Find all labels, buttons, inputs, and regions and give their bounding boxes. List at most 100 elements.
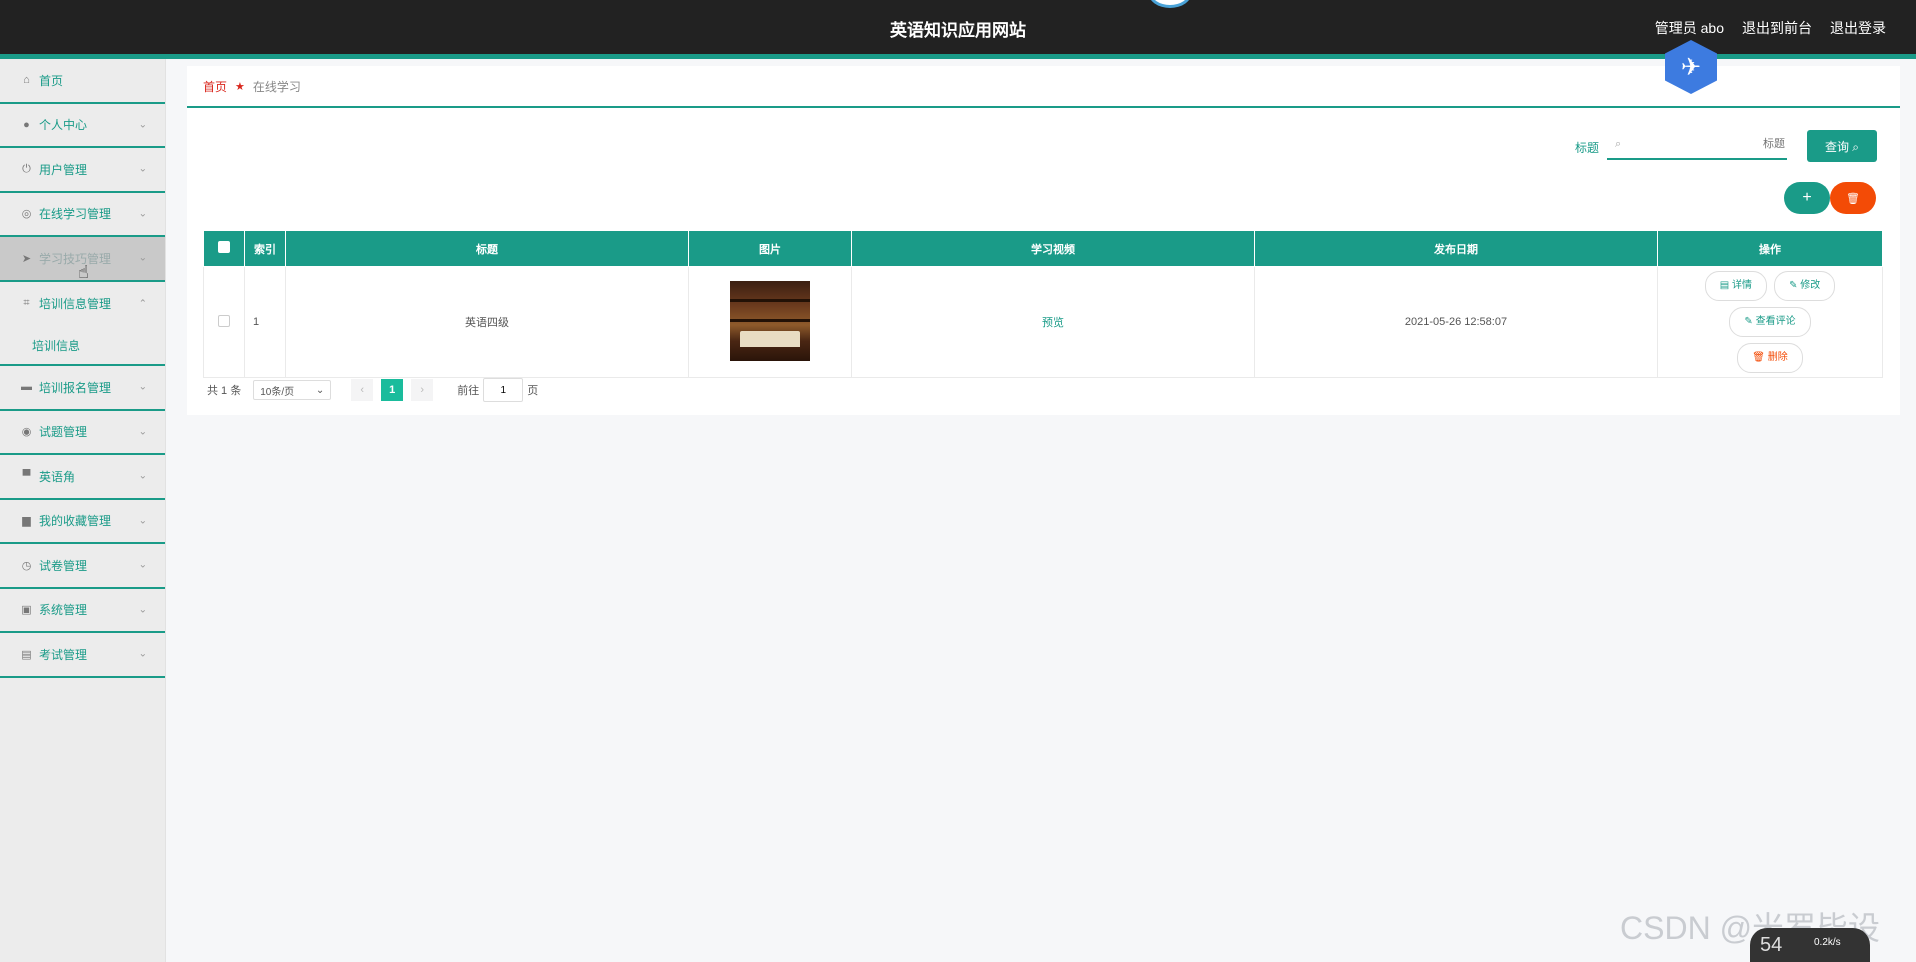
index-cell: 1: [244, 266, 286, 378]
clock-icon: ◷: [21, 559, 32, 572]
sidebar-item-label: 学习技巧管理: [39, 251, 112, 266]
edit-button[interactable]: ✎ 修改: [1774, 271, 1836, 301]
delete-button[interactable]: 🗑 删除: [1737, 343, 1803, 373]
breadcrumb-home[interactable]: 首页: [203, 78, 227, 95]
header-links: 管理员 abo 退出到前台 退出登录: [1655, 18, 1886, 38]
content-card: 标题 ⌕ 查询 ⌕ + 🗑 索引 标题 图片 学习视频 发布日期 操作 1 英语…: [187, 108, 1900, 415]
checklist-icon: ▤: [21, 648, 32, 661]
video-cell: 预览: [851, 266, 1255, 378]
select-all-header: [203, 230, 245, 267]
network-rate: 0.2k/s: [1814, 937, 1841, 948]
home-icon: ⌂: [23, 74, 30, 87]
sidebar-item-training-signup[interactable]: ▬ 培训报名管理 ⌄: [0, 366, 165, 411]
detail-button[interactable]: ▤ 详情: [1704, 271, 1767, 301]
page-number-current[interactable]: 1: [381, 379, 404, 401]
search-field: ⌕: [1607, 130, 1787, 160]
search-input[interactable]: [1629, 137, 1787, 151]
network-speed-widget: 54 0.2k/s: [1750, 928, 1870, 962]
edit-label: 修改: [1800, 280, 1821, 291]
detail-label: 详情: [1732, 280, 1752, 291]
column-header: 标题: [285, 230, 689, 267]
search-icon: ⌕: [1615, 137, 1622, 150]
library-thumbnail-image[interactable]: [730, 280, 810, 361]
sidebar-subitem-training-info[interactable]: 培训信息: [0, 326, 165, 366]
briefcase-icon: ▀: [22, 470, 31, 483]
clipboard-icon: ▣: [21, 604, 32, 617]
chevron-down-icon: ⌄: [138, 559, 147, 571]
breadcrumb-current: 在线学习: [252, 79, 301, 94]
sidebar-item-user-management[interactable]: ⏻ 用户管理 ⌄: [0, 148, 165, 193]
goto-prefix: 前往: [457, 385, 480, 397]
sidebar-item-home[interactable]: ⌂ 首页: [0, 59, 165, 104]
search-label: 标题: [1575, 141, 1600, 155]
sidebar-item-system-management[interactable]: ▣ 系统管理 ⌄: [0, 589, 165, 633]
view-comments-button[interactable]: ✎ 查看评论: [1729, 307, 1811, 337]
chevron-down-icon: ⌄: [138, 604, 147, 616]
column-header: 操作: [1657, 230, 1883, 267]
video-preview-link[interactable]: 预览: [1042, 317, 1064, 329]
power-icon: ⏻: [22, 162, 31, 175]
site-title: 英语知识应用网站: [890, 21, 1026, 40]
logout-link[interactable]: 退出登录: [1830, 18, 1886, 38]
globe-icon: ◉: [21, 426, 32, 439]
total-count: 共 1 条: [207, 385, 242, 397]
sidebar-item-english-corner[interactable]: ▀ 英语角 ⌄: [0, 455, 165, 500]
pagination: 共 1 条 10条/页 ⌄ ‹ 1 › 前往 页: [207, 378, 538, 402]
header-avatar-circle: [1148, 0, 1192, 8]
next-page-button[interactable]: ›: [411, 379, 434, 401]
sidebar-item-label: 培训报名管理: [39, 380, 112, 395]
sidebar-item-label: 考试管理: [39, 647, 88, 662]
table-row: 1 英语四级 预览 2021-05-26 12:58:07 ▤ 详情 ✎ 修改 …: [203, 266, 1883, 378]
star-separator-icon: ★: [235, 80, 245, 93]
sidebar-item-training-info[interactable]: ⌗ 培训信息管理 ⌃: [0, 282, 165, 327]
sidebar-item-personal-center[interactable]: ● 个人中心 ⌄: [0, 104, 165, 148]
printer-icon: ▆: [22, 515, 31, 528]
sidebar-item-favorites[interactable]: ▆ 我的收藏管理 ⌄: [0, 500, 165, 544]
add-button[interactable]: +: [1784, 182, 1830, 214]
image-cell: [688, 266, 852, 378]
sidebar-item-question-management[interactable]: ◉ 试题管理 ⌄: [0, 411, 165, 455]
sidebar-item-label: 首页: [39, 73, 64, 88]
column-header: 图片: [688, 230, 852, 267]
sidebar-item-online-learning[interactable]: ◎ 在线学习管理 ⌄: [0, 193, 165, 237]
chevron-down-icon: ⌄: [138, 163, 147, 175]
sidebar-item-label: 在线学习管理: [39, 207, 112, 222]
chevron-down-icon: ⌄: [138, 381, 147, 393]
chat-icon: ▬: [21, 381, 32, 394]
chevron-down-icon: ⌄: [138, 208, 147, 220]
user-icon: ●: [23, 118, 30, 131]
chevron-up-icon: ⌃: [138, 298, 147, 310]
chevron-down-icon: ⌄: [138, 426, 147, 438]
row-select-cell: [203, 266, 245, 378]
page-size-select[interactable]: 10条/页 ⌄: [253, 380, 332, 400]
exit-to-frontend-link[interactable]: 退出到前台: [1742, 18, 1812, 38]
sidebar-item-paper-management[interactable]: ◷ 试卷管理 ⌄: [0, 544, 165, 589]
sidebar-item-exam-management[interactable]: ▤ 考试管理 ⌄: [0, 633, 165, 678]
chevron-down-icon: ⌄: [138, 648, 147, 660]
column-header: 发布日期: [1254, 230, 1658, 267]
view-comments-label: 查看评论: [1755, 316, 1796, 327]
crop-icon: ⌗: [23, 297, 30, 310]
sidebar-item-label: 英语角: [39, 469, 76, 484]
goto-suffix: 页: [527, 385, 539, 397]
sidebar-item-label: 个人中心: [39, 118, 88, 133]
operations-cell: ▤ 详情 ✎ 修改 ✎ 查看评论 🗑 删除: [1657, 266, 1883, 378]
top-header: 英语知识应用网站 管理员 abo 退出到前台 退出登录: [0, 0, 1916, 59]
chevron-down-icon: ⌄: [138, 119, 147, 131]
select-all-checkbox[interactable]: [218, 241, 230, 253]
data-table: 索引 标题 图片 学习视频 发布日期 操作 1 英语四级 预览 2021-05-…: [203, 230, 1883, 378]
row-checkbox[interactable]: [218, 314, 230, 327]
admin-user-link[interactable]: 管理员 abo: [1655, 18, 1724, 38]
sidebar-item-label: 试卷管理: [39, 558, 88, 573]
title-cell: 英语四级: [285, 266, 689, 378]
prev-page-button[interactable]: ‹: [351, 379, 374, 401]
goto-page-input[interactable]: [483, 378, 524, 402]
batch-delete-button[interactable]: 🗑: [1830, 182, 1876, 214]
compass-icon: ◎: [21, 208, 32, 221]
sidebar-item-label: 试题管理: [39, 425, 88, 440]
column-header: 索引: [244, 230, 286, 267]
delete-label: 删除: [1767, 352, 1788, 363]
sidebar: ⌂ 首页 ● 个人中心 ⌄ ⏻ 用户管理 ⌄ ◎ 在线学习管理 ⌄ ➤ 学习技巧…: [0, 59, 166, 962]
query-button[interactable]: 查询 ⌕: [1807, 130, 1877, 162]
chevron-down-icon: ⌄: [138, 252, 147, 264]
